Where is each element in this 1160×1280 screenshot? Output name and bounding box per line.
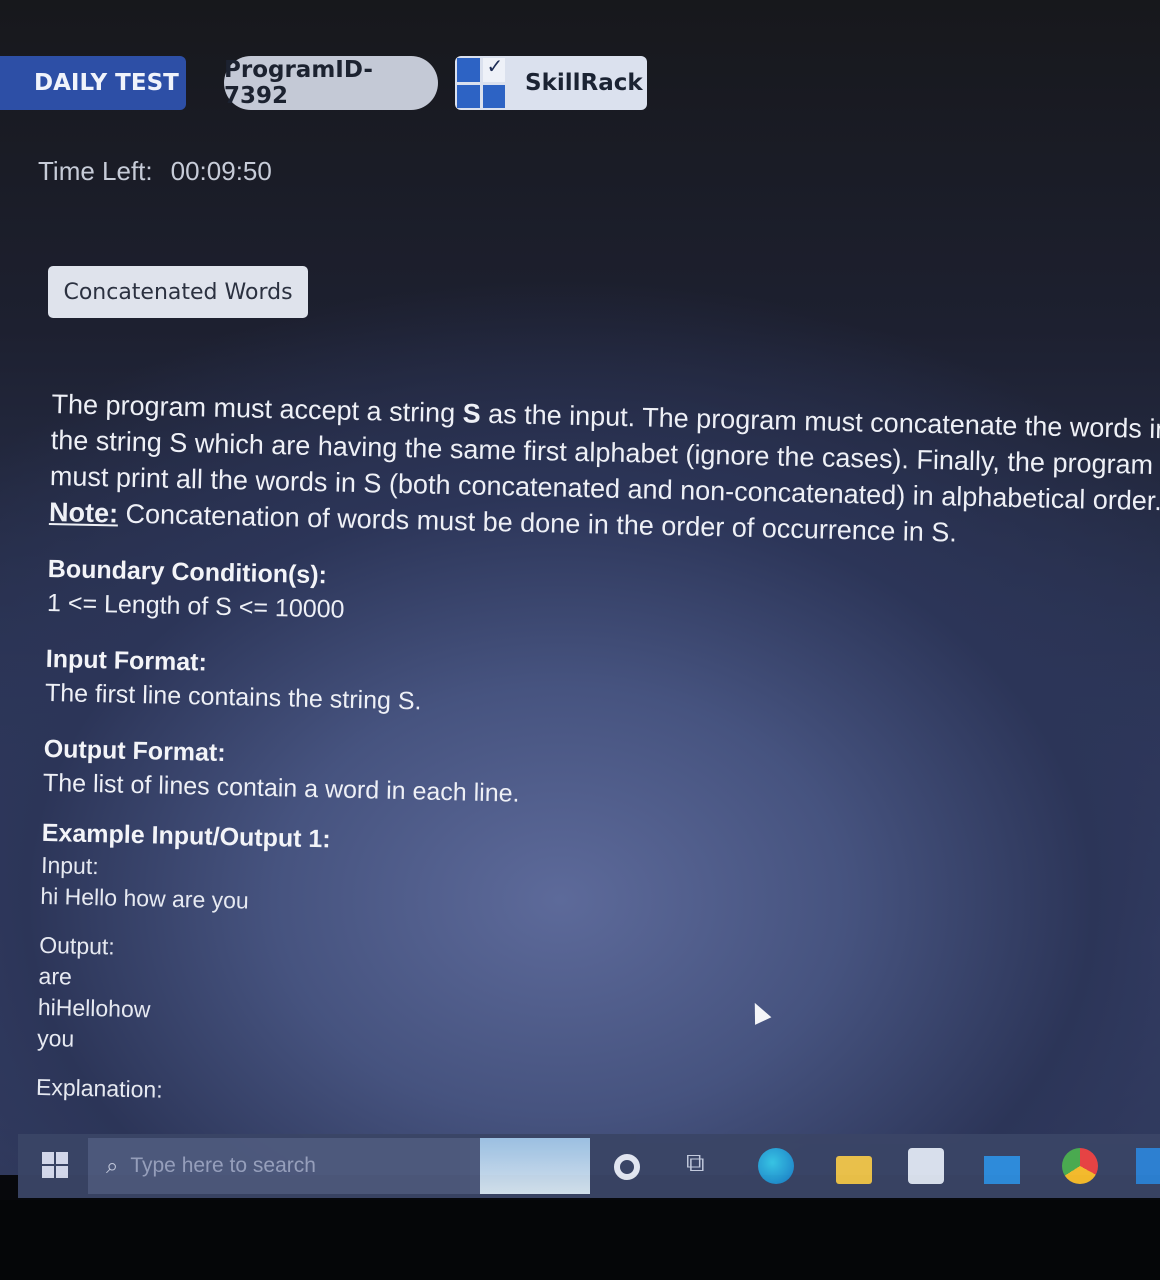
store-icon[interactable] xyxy=(908,1148,944,1184)
daily-test-badge[interactable]: DAILY TEST xyxy=(0,56,186,110)
skillrack-brand[interactable]: ✓ SkillRack xyxy=(455,54,647,110)
problem-description: The program must accept a string S as th… xyxy=(36,386,1160,1128)
app-icon[interactable] xyxy=(1136,1148,1160,1184)
task-view-icon[interactable]: ⧉ xyxy=(686,1148,705,1179)
example-section: Example Input/Output 1: Input: hi Hello … xyxy=(36,816,1160,1129)
boundary-section: Boundary Condition(s): 1 <= Length of S … xyxy=(47,552,1160,646)
brand-label: SkillRack xyxy=(525,70,643,96)
program-id-label: ProgramID- 7392 xyxy=(224,57,373,109)
input-format-section: Input Format: The first line contains th… xyxy=(45,642,1160,736)
problem-title: Concatenated Words xyxy=(48,266,308,318)
search-placeholder: Type here to search xyxy=(130,1154,316,1177)
file-explorer-icon[interactable] xyxy=(836,1156,872,1184)
time-left: Time Left: 00:09:50 xyxy=(38,156,272,187)
note-label: Note: xyxy=(48,496,119,529)
mail-icon[interactable] xyxy=(984,1156,1020,1184)
skillrack-logo-icon: ✓ xyxy=(457,54,505,108)
taskbar-search-box[interactable]: ⌕ Type here to search xyxy=(88,1138,590,1194)
daily-test-label: DAILY TEST xyxy=(34,70,179,96)
problem-title-label: Concatenated Words xyxy=(63,279,293,305)
output-format-section: Output Format: The list of lines contain… xyxy=(43,732,1160,826)
search-icon: ⌕ xyxy=(106,1153,119,1179)
windows-start-icon[interactable] xyxy=(42,1152,68,1178)
cortana-icon[interactable] xyxy=(614,1154,640,1180)
monitor-bezel xyxy=(0,1200,1160,1280)
taskbar: ⌕ Type here to search ⧉ xyxy=(18,1134,1160,1198)
time-left-value: 00:09:50 xyxy=(170,156,272,186)
time-left-label: Time Left: xyxy=(38,156,153,186)
explanation-label: Explanation: xyxy=(35,1073,163,1103)
monitor-screen: DAILY TEST ProgramID- 7392 ✓ SkillRack T… xyxy=(0,0,1160,1198)
chrome-icon[interactable] xyxy=(1062,1148,1098,1184)
edge-icon[interactable] xyxy=(758,1148,794,1184)
program-id-badge: ProgramID- 7392 xyxy=(224,56,438,110)
search-highlight-image xyxy=(480,1138,590,1194)
